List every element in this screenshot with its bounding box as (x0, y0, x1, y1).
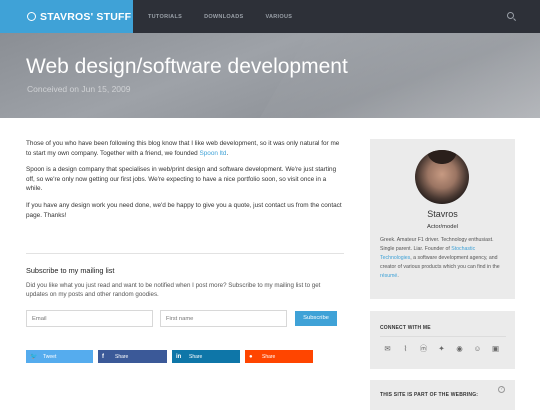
subscribe-heading: Subscribe to my mailing list (26, 266, 115, 275)
share-facebook-label: Share (115, 353, 129, 360)
avatar (415, 150, 469, 204)
connect-heading: CONNECT WITH ME (380, 325, 431, 331)
search-icon[interactable] (507, 12, 514, 19)
post-date: Conceived on Jun 15, 2009 (27, 84, 131, 94)
post-paragraph-3: If you have any design work you need don… (26, 201, 342, 219)
share-facebook-button[interactable]: f Share (98, 350, 167, 363)
share-linkedin-button[interactable]: in Share (172, 350, 240, 363)
spoon-link[interactable]: Spoon ltd (199, 150, 226, 157)
connect-divider (380, 336, 506, 337)
profile-name: Stavros (427, 209, 458, 219)
share-twitter-button[interactable]: 🐦 Tweet (26, 350, 93, 363)
top-nav-bar: STAVROS' STUFF TUTORIALS DOWNLOADS VARIO… (0, 0, 540, 33)
brand-icon (27, 12, 36, 21)
share-linkedin-label: Share (189, 353, 203, 360)
share-reddit-label: Share (262, 353, 276, 360)
email-icon[interactable]: ✉ (383, 344, 392, 353)
discord-icon[interactable]: ☺ (473, 344, 482, 353)
post-paragraph-2: Spoon is a design company that specialis… (26, 166, 337, 193)
email-field[interactable] (26, 310, 153, 327)
social-links: ✉ ⌇ ⓜ ✦ ◉ ☺ ▣ (383, 344, 500, 353)
share-twitter-label: Tweet (43, 353, 57, 360)
resume-link[interactable]: résumé (380, 273, 397, 279)
twitter-icon: 🐦 (30, 353, 38, 360)
twitter-icon[interactable]: ✦ (437, 344, 446, 353)
share-reddit-button[interactable]: ● Share (245, 350, 313, 363)
github-icon[interactable]: ◉ (455, 344, 464, 353)
post-header: Web design/software development Conceive… (0, 33, 540, 118)
other-icon[interactable]: ▣ (491, 344, 500, 353)
main-nav: TUTORIALS DOWNLOADS VARIOUS (148, 0, 292, 33)
content-divider (26, 253, 344, 254)
subscribe-description: Did you like what you just read and want… (26, 282, 321, 299)
post-paragraph-1: Those of you who have been following thi… (26, 140, 340, 157)
facebook-icon: f (102, 353, 104, 360)
reddit-icon: ● (249, 353, 253, 360)
nav-item-tutorials[interactable]: TUTORIALS (148, 14, 182, 20)
webring-card: THIS SITE IS PART OF THE WEBRING: ? (370, 380, 515, 410)
connect-card: CONNECT WITH ME ✉ ⌇ ⓜ ✦ ◉ ☺ ▣ (370, 311, 515, 369)
post-title: Web design/software development (26, 55, 348, 78)
profile-bio: Greek. Amateur F1 driver. Technology ent… (380, 237, 500, 279)
first-name-field[interactable] (160, 310, 287, 327)
subscribe-button[interactable]: Subscribe (295, 311, 337, 326)
rss-icon[interactable]: ⌇ (401, 344, 410, 353)
profile-role: Actor/model (427, 224, 458, 230)
post-body: Those of you who have been following thi… (26, 139, 344, 227)
nav-item-various[interactable]: VARIOUS (265, 14, 292, 20)
nav-item-downloads[interactable]: DOWNLOADS (204, 14, 243, 20)
help-icon[interactable]: ? (498, 386, 505, 393)
brand-logo[interactable]: STAVROS' STUFF (0, 0, 133, 33)
linkedin-icon: in (176, 353, 182, 360)
mastodon-icon[interactable]: ⓜ (419, 344, 428, 353)
profile-card: Stavros Actor/model Greek. Amateur F1 dr… (370, 139, 515, 299)
brand-name: STAVROS' STUFF (40, 10, 132, 23)
webring-heading: THIS SITE IS PART OF THE WEBRING: (380, 392, 479, 398)
